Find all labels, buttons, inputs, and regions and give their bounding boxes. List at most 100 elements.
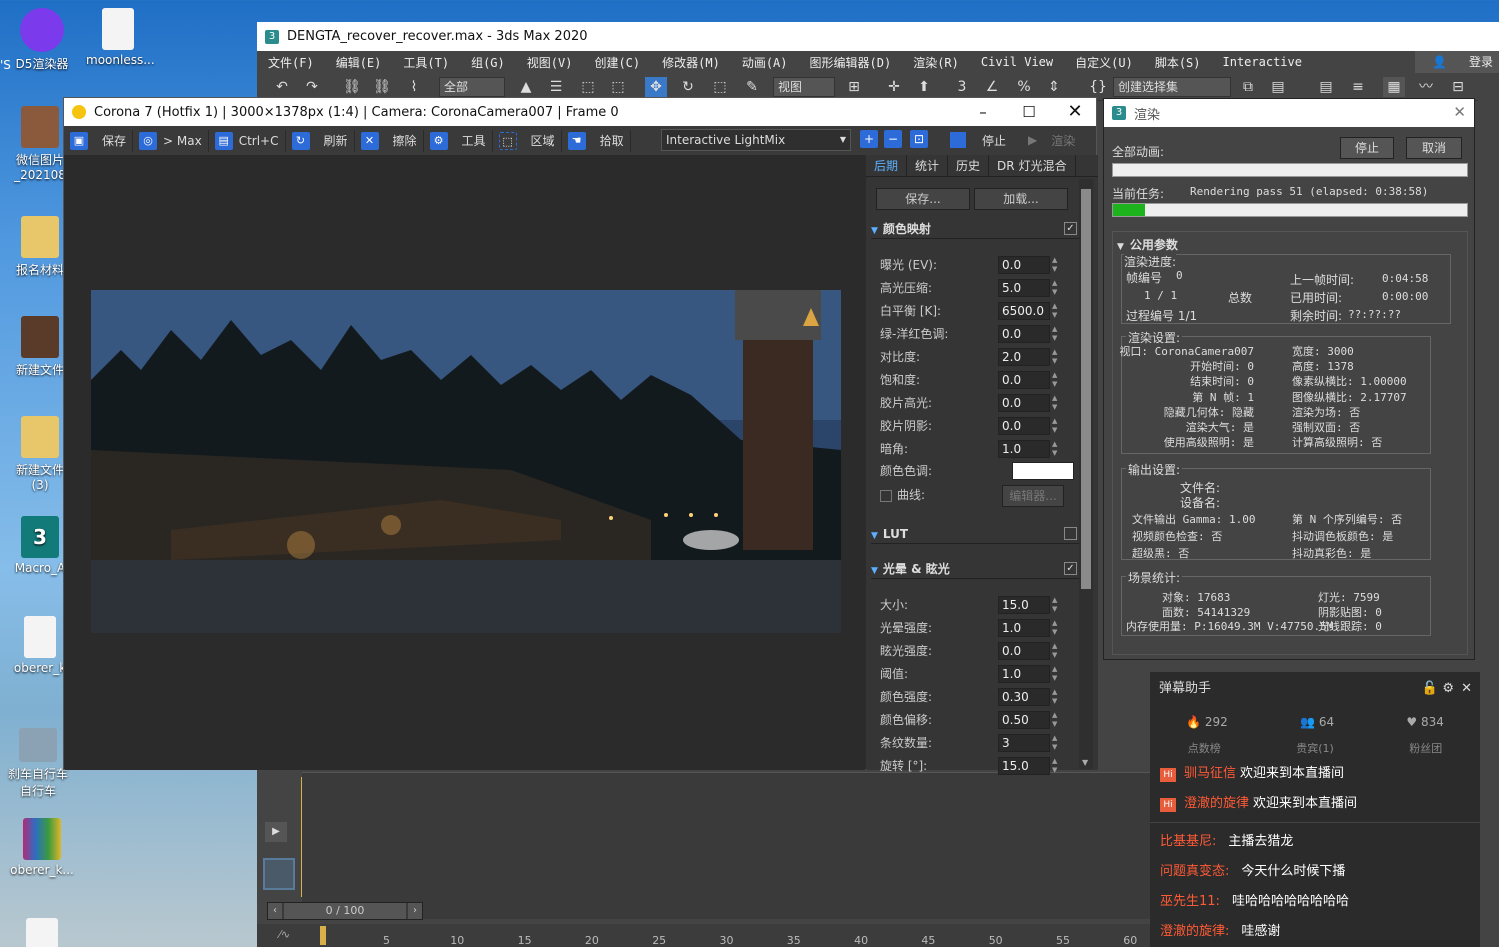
rotate-icon[interactable]: ↻ [677,77,699,97]
param-value-input[interactable]: 0.50 [998,711,1050,729]
lock-icon[interactable]: 🔓 [1422,672,1438,705]
param-value-input[interactable]: 1.0 [998,440,1050,458]
spinner-icon[interactable]: ▲ ▼ [1052,348,1060,366]
spinner-icon[interactable]: ▲ ▼ [1052,596,1060,614]
bloom-checkbox[interactable]: ✓ [1064,562,1077,575]
menu-edit[interactable]: 编辑(E) [325,54,393,71]
menu-animation[interactable]: 动画(A) [731,54,799,71]
curve-checkbox[interactable] [880,489,892,502]
zoom-out-icon[interactable]: − [884,130,902,148]
param-value-input[interactable]: 2.0 [998,348,1050,366]
tab-fans[interactable]: 粉丝团 [1409,740,1442,760]
undo-icon[interactable]: ↶ [271,77,293,97]
edit-named-sets-icon[interactable]: {} [1087,77,1109,97]
vfb-region-button[interactable]: ⬚ 区域 [493,129,562,152]
param-value-input[interactable]: 0.0 [998,371,1050,389]
spinner-icon[interactable]: ▲ ▼ [1052,619,1060,637]
menu-file[interactable]: 文件(F) [257,54,325,71]
menu-customize[interactable]: 自定义(U) [1064,54,1144,71]
param-value-input[interactable]: 0.0 [998,394,1050,412]
layer-explorer-icon[interactable]: ▤ [1315,77,1337,97]
time-slider[interactable]: ‹ 0 / 100 › [267,902,423,920]
tab-lightmix[interactable]: 灯光混合 [1019,155,1076,176]
maximize-icon[interactable]: ☐ [1006,98,1052,126]
chevron-right-icon[interactable]: › [408,903,422,919]
settings-save-button[interactable]: 保存... [876,188,970,210]
param-value-input[interactable]: 0.0 [998,256,1050,274]
param-value-input[interactable]: 6500.0 [998,302,1050,320]
param-value-input[interactable]: 5.0 [998,279,1050,297]
snaps-icon[interactable]: 3 [951,77,973,97]
zoom-in-icon[interactable]: + [860,130,878,148]
render-stop-button[interactable]: 停止 [1340,137,1394,159]
close-icon[interactable]: ✕ [1453,103,1466,121]
tab-dr[interactable]: DR [989,155,1019,176]
region-select-icon[interactable]: ⬚ [577,77,599,97]
select-manipulate-icon[interactable]: ✛ [883,77,905,97]
panel-scrollbar[interactable]: ▼ [1079,179,1093,769]
desktop-icon-archive[interactable]: oberer_k... [10,818,74,877]
spinner-icon[interactable]: ▲ ▼ [1052,711,1060,729]
tint-color-swatch[interactable] [1012,462,1074,480]
vfb-copy-button[interactable]: ▤ Ctrl+C [209,129,286,152]
link-icon[interactable]: ⛓ [341,77,363,97]
tone-mapping-checkbox[interactable]: ✓ [1064,222,1077,235]
menu-group[interactable]: 组(G) [460,54,516,71]
menu-tools[interactable]: 工具(T) [392,54,460,71]
place-icon[interactable]: ✎ [741,77,763,97]
bind-icon[interactable]: ⌇ [403,77,425,97]
tab-history[interactable]: 历史 [948,155,990,176]
tab-points[interactable]: 点数榜 [1188,740,1221,760]
scale-icon[interactable]: ⬚ [709,77,731,97]
redo-icon[interactable]: ↷ [301,77,323,97]
param-value-input[interactable]: 0.0 [998,325,1050,343]
unlink-icon[interactable]: ⛓ [371,77,393,97]
spinner-snap-icon[interactable]: ⇕ [1043,77,1065,97]
percent-snap-icon[interactable]: % [1013,77,1035,97]
menu-scripting[interactable]: 脚本(S) [1144,54,1212,71]
reference-coord-dropdown[interactable]: 视图 [773,77,835,97]
menu-interactive[interactable]: Interactive [1212,55,1313,69]
spinner-icon[interactable]: ▲ ▼ [1052,688,1060,706]
select-by-name-icon[interactable]: ☰ [545,77,567,97]
desktop-icon-file-2[interactable] [10,918,74,947]
spinner-icon[interactable]: ▲ ▼ [1052,734,1060,752]
vfb-refresh-button[interactable]: ↻ 刷新 [286,129,355,152]
settings-load-button[interactable]: 加载... [974,188,1068,210]
lut-checkbox[interactable] [1064,527,1077,540]
tab-post[interactable]: 后期 [866,155,908,176]
vfb-clear-button[interactable]: ✕ 擦除 [355,129,424,152]
vfb-stop-button[interactable]: 停止 [950,129,1006,151]
spinner-icon[interactable]: ▲ ▼ [1052,642,1060,660]
param-value-input[interactable]: 0.30 [998,688,1050,706]
chat-user[interactable]: 驯马征信 [1184,766,1236,781]
param-value-input[interactable]: 3 [998,734,1050,752]
desktop-icon-bike[interactable]: 刹车自行车自行车 [6,728,70,799]
minimize-icon[interactable]: – [960,98,1006,126]
common-params-header[interactable]: ▼ 公用参数 [1117,236,1178,253]
param-value-input[interactable]: 0.0 [998,642,1050,660]
spinner-icon[interactable]: ▲ ▼ [1052,440,1060,458]
chat-user[interactable]: 巫先生11: [1160,894,1220,909]
zoom-fit-icon[interactable]: ⊡ [910,130,928,148]
scrollbar-thumb[interactable] [1081,189,1091,589]
section-bloom-glare[interactable]: ▼ 光晕 & 眩光 ✓ [871,559,1079,579]
schematic-view-icon[interactable]: ⊟ [1447,77,1469,97]
spinner-icon[interactable]: ▲ ▼ [1052,371,1060,389]
close-icon[interactable]: ✕ [1052,98,1098,126]
spinner-icon[interactable]: ▲ ▼ [1052,279,1060,297]
chevron-down-icon[interactable]: ▼ [1082,758,1088,767]
chevron-left-icon[interactable]: ‹ [268,903,282,919]
curve-editor-button[interactable]: 编辑器... [1002,485,1064,507]
menu-modifiers[interactable]: 修改器(M) [651,54,731,71]
scene-explorer-icon[interactable]: ▦ [1383,77,1405,97]
param-value-input[interactable]: 1.0 [998,665,1050,683]
render-cancel-button[interactable]: 取消 [1406,137,1462,159]
tab-vip[interactable]: 贵宾(1) [1296,740,1334,760]
spinner-icon[interactable]: ▲ ▼ [1052,757,1060,775]
keyboard-shortcut-icon[interactable]: ⬆ [913,77,935,97]
lightmix-dropdown[interactable]: Interactive LightMix ▼ [661,129,851,151]
param-value-input[interactable]: 15.0 [998,596,1050,614]
select-icon[interactable]: ▲ [515,77,537,97]
mirror-icon[interactable]: ⧉ [1237,77,1259,97]
